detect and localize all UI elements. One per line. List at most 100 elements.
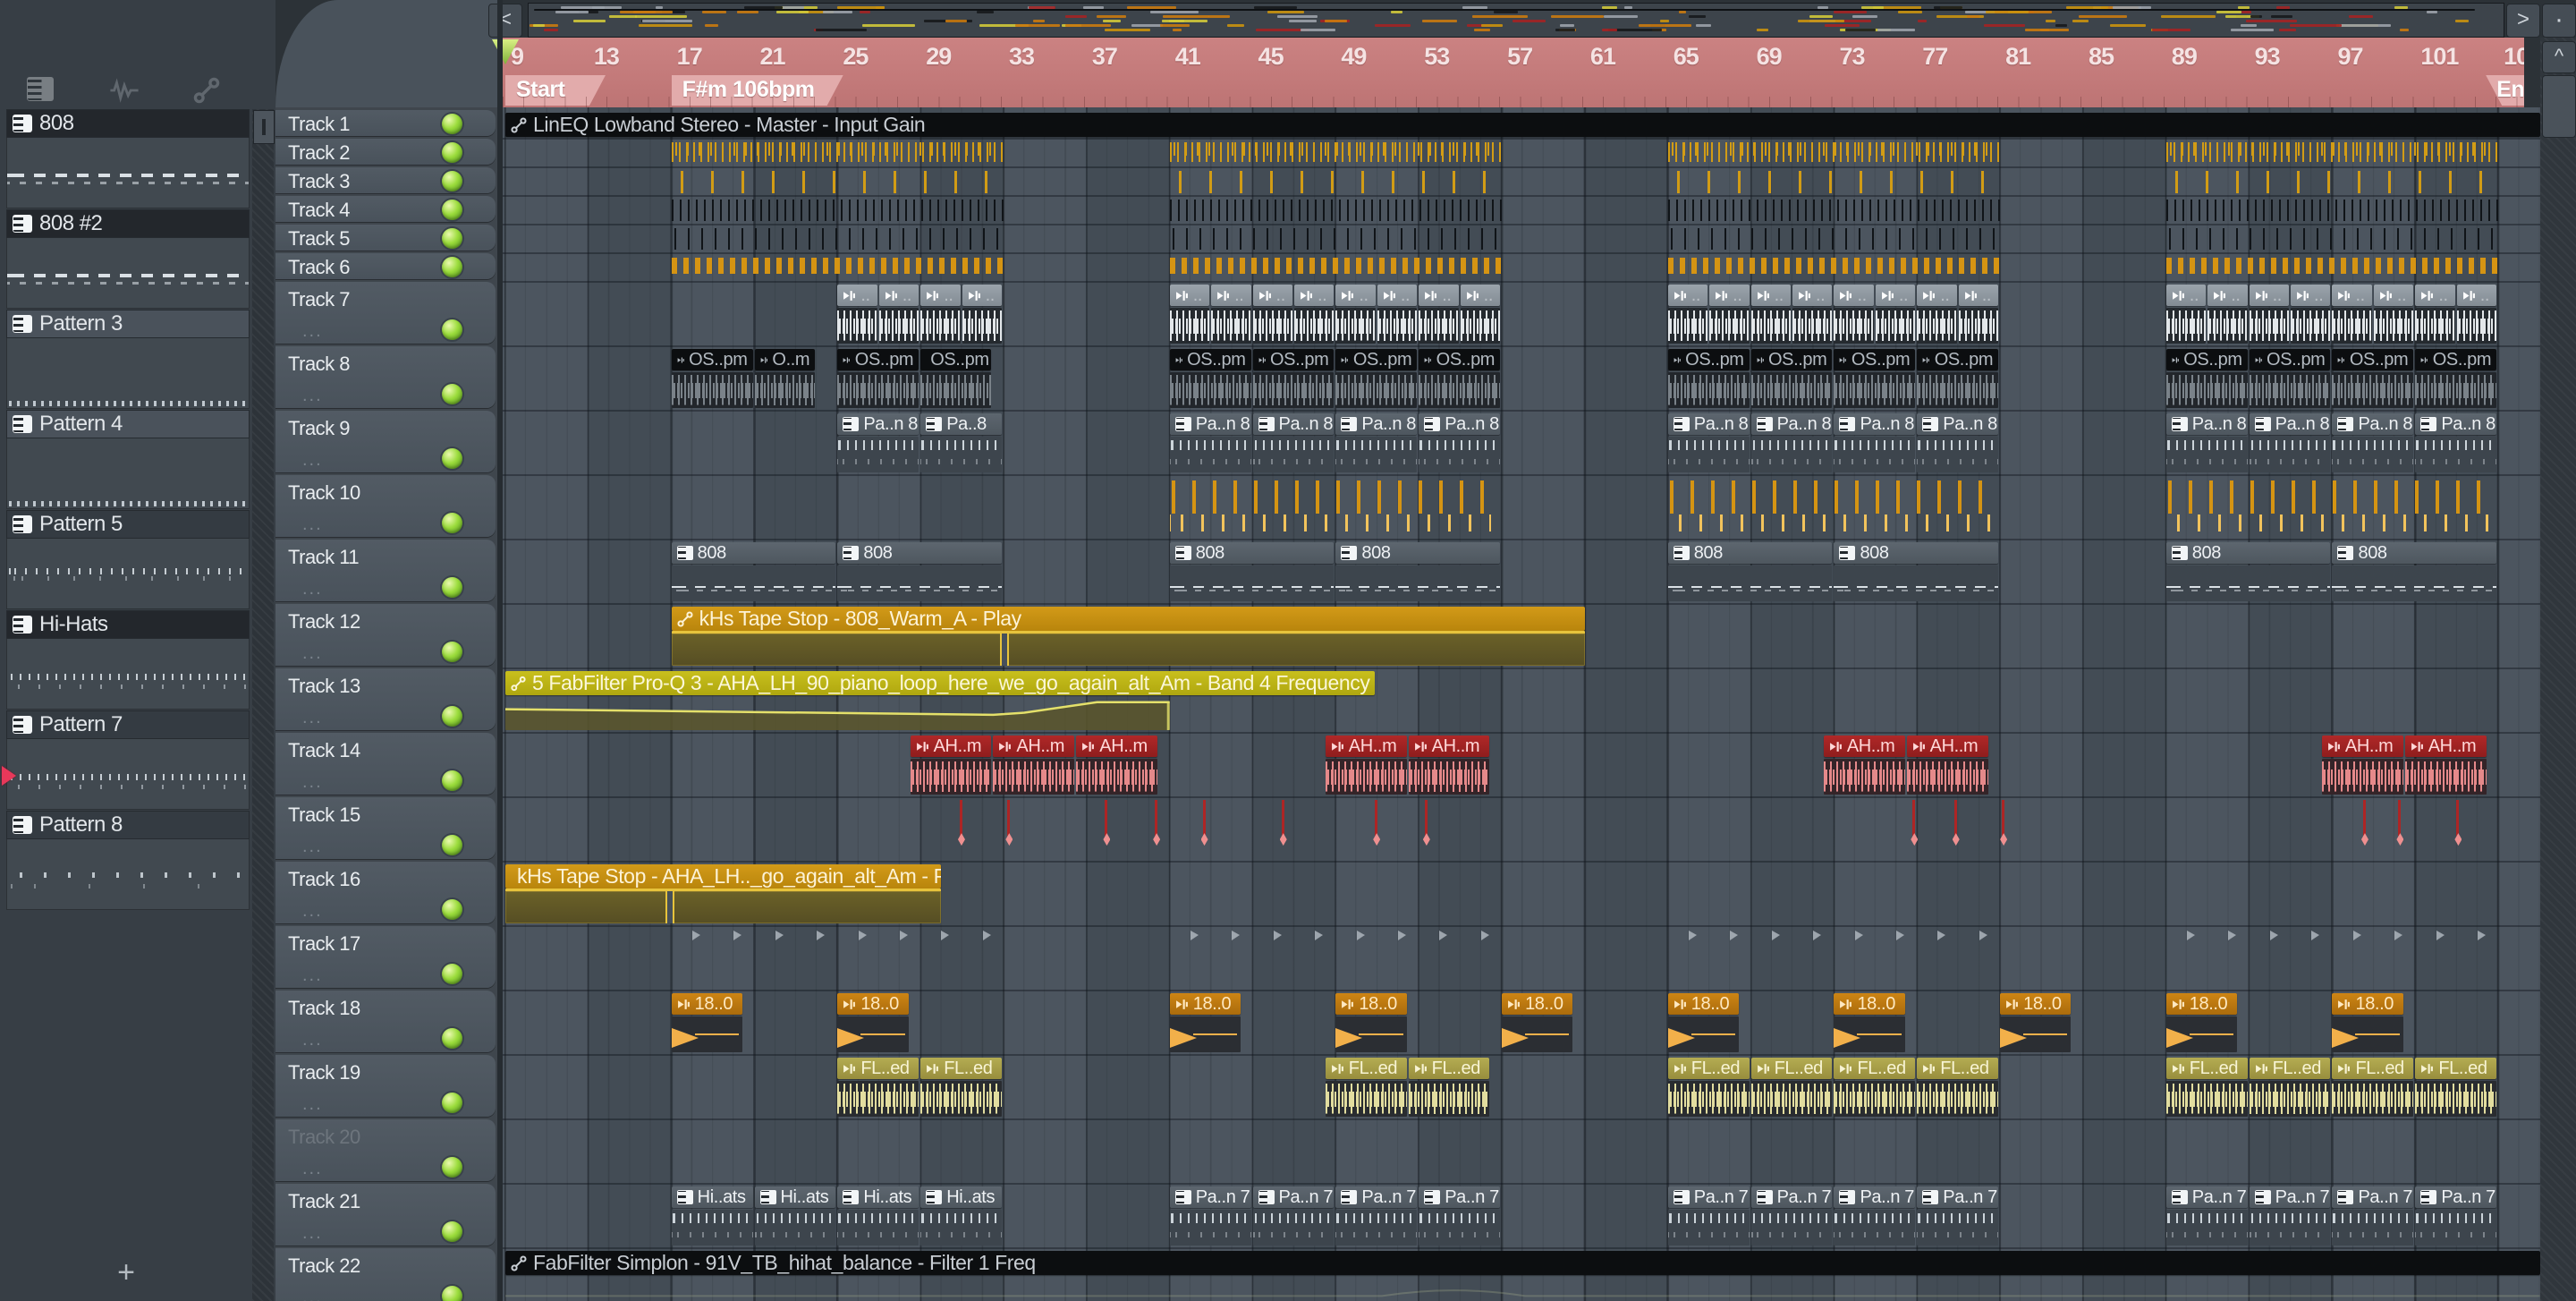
pattern-ticks-clip[interactable] (2165, 480, 2488, 536)
clip-body[interactable] (505, 1276, 2540, 1301)
clip-header[interactable]: Pa..n 7 (2415, 1186, 2497, 1208)
micro-clip-icon[interactable] (1688, 931, 1697, 940)
track-enable-led[interactable] (442, 384, 462, 404)
clip-header[interactable]: AH..m (1823, 736, 1905, 757)
clip-header[interactable]: FL..ed (1917, 1058, 1999, 1079)
micro-clip-icon[interactable] (858, 931, 867, 940)
track-enable-led[interactable] (442, 706, 462, 727)
grid-track-lane[interactable] (503, 1118, 2540, 1185)
pattern-item-header[interactable]: Pattern 7 (6, 710, 250, 739)
audio-sliver-clip[interactable] (1911, 800, 1918, 857)
micro-clip-icon[interactable] (1356, 931, 1365, 940)
clip-header[interactable]: OS..pm (1252, 349, 1335, 370)
clip-header[interactable]: 808 (1169, 542, 1335, 564)
clip-header[interactable]: AH..m (1325, 736, 1407, 757)
pattern-preview[interactable] (6, 639, 250, 710)
clip-header[interactable]: 18..0 (837, 993, 909, 1015)
audio-sliver-clip[interactable] (2361, 800, 2368, 857)
add-pattern-button[interactable]: + (0, 1255, 252, 1290)
clip-header[interactable]: Pa..n 7 (2249, 1186, 2331, 1208)
track-row-header[interactable]: Track 5 (275, 225, 496, 251)
clip-header[interactable]: Pa..8 (920, 413, 1003, 435)
micro-clip-icon[interactable] (899, 931, 908, 940)
clip-header[interactable]: .. (2373, 285, 2414, 306)
playlist-grid[interactable]: LinEQ Lowband Stereo - Master - Input Ga… (503, 107, 2540, 1301)
track-options-dots[interactable]: ... (302, 772, 323, 793)
clip-header[interactable]: 18..0 (1502, 993, 1573, 1015)
track-row-header[interactable]: Track 14... (275, 733, 496, 795)
track-enable-led[interactable] (442, 257, 462, 277)
micro-clip-icon[interactable] (733, 931, 742, 940)
clip-header[interactable]: 18..0 (1169, 993, 1241, 1015)
clip-header[interactable]: 18..0 (671, 993, 742, 1015)
pattern-item-header[interactable]: Pattern 3 (6, 310, 250, 338)
pattern-ticks-clip[interactable] (2165, 228, 2499, 251)
track-row-header[interactable]: Track 13... (275, 668, 496, 730)
micro-clip-icon[interactable] (1854, 931, 1863, 940)
track-enable-led[interactable] (442, 1157, 462, 1178)
audio-sliver-clip[interactable] (1953, 800, 1960, 857)
micro-clip-icon[interactable] (1813, 931, 1822, 940)
clip-header[interactable]: AH..m (1906, 736, 1988, 757)
clip-header[interactable]: FL..ed (2249, 1058, 2331, 1079)
clip-header[interactable]: 18..0 (2165, 993, 2238, 1015)
pattern-item[interactable]: Pattern 4 (6, 410, 250, 509)
overview-options-button[interactable]: · (2542, 4, 2576, 38)
pattern-preview[interactable] (6, 138, 250, 208)
track-options-dots[interactable]: ... (302, 514, 323, 535)
clip-header[interactable]: .. (2249, 285, 2290, 306)
clip-header[interactable]: FL..ed (2165, 1058, 2248, 1079)
track-row-header[interactable]: Track 2 (275, 139, 496, 165)
pattern-preview[interactable] (6, 839, 250, 910)
audio-sliver-clip[interactable] (1423, 800, 1430, 857)
clip-header[interactable]: 808 (1667, 542, 1833, 564)
automation-clip-header[interactable]: FabFilter Simplon - 91V_TB_hihat_balance… (505, 1251, 2540, 1275)
track-enable-led[interactable] (442, 899, 462, 920)
timeline-marker[interactable]: Start (505, 75, 606, 106)
pattern-ticks-clip[interactable] (1667, 480, 1990, 536)
track-options-dots[interactable]: ... (302, 901, 323, 922)
clip-header[interactable]: Pa..n 7 (1750, 1186, 1833, 1208)
track-row-header[interactable]: Track 22... (275, 1248, 496, 1301)
clip-header[interactable]: .. (1377, 285, 1418, 306)
automation-clip-body[interactable] (505, 695, 1170, 730)
track-row-header[interactable]: Track 19... (275, 1055, 496, 1117)
clip-header[interactable]: Hi..ats (837, 1186, 919, 1208)
clip-header[interactable]: Pa..n 7 (1419, 1186, 1501, 1208)
micro-clip-icon[interactable] (1480, 931, 1489, 940)
clip-header[interactable]: Pa..n 8 (1419, 413, 1501, 435)
pattern-ticks-clip[interactable] (2165, 200, 2499, 222)
clip-header[interactable]: Hi..ats (920, 1186, 1003, 1208)
track-row-header[interactable]: Track 9... (275, 411, 496, 472)
pattern-ticks-clip[interactable] (1169, 171, 1503, 193)
pattern-item[interactable]: Pattern 8 (6, 811, 250, 910)
pattern-list-scrollbar[interactable] (252, 109, 275, 1301)
clip-header[interactable]: Pa..n 8 (1917, 413, 1999, 435)
track-options-dots[interactable]: ... (302, 450, 323, 471)
clip-header[interactable]: 808 (671, 542, 836, 564)
micro-clip-icon[interactable] (1771, 931, 1780, 940)
clip-header[interactable]: FL..ed (1325, 1058, 1407, 1079)
clip-header[interactable]: .. (1875, 285, 1916, 306)
clip-header[interactable]: AH..m (993, 736, 1075, 757)
pattern-preview[interactable] (6, 338, 250, 409)
track-row-header[interactable]: Track 3 (275, 167, 496, 193)
track-row-header[interactable]: Track 12... (275, 604, 496, 666)
clip-header[interactable]: FL..ed (1408, 1058, 1490, 1079)
track-options-dots[interactable]: ... (302, 321, 323, 342)
clip-header[interactable]: Pa..n 8 (1667, 413, 1750, 435)
clip-header[interactable]: 18..0 (1834, 993, 1905, 1015)
clip-header[interactable]: .. (1293, 285, 1335, 306)
track-row-header[interactable]: Track 18... (275, 991, 496, 1052)
track-row-header[interactable]: Track 1 (275, 110, 496, 136)
scroll-up-button[interactable]: ^ (2542, 41, 2576, 73)
track-row-header[interactable]: Track 20... (275, 1119, 496, 1181)
audio-sliver-clip[interactable] (2454, 800, 2462, 857)
micro-clip-icon[interactable] (2228, 931, 2237, 940)
audio-sliver-clip[interactable] (1201, 800, 1208, 857)
clip-header[interactable]: .. (878, 285, 919, 306)
clip-header[interactable]: Pa..n 8 (1335, 413, 1418, 435)
track-enable-led[interactable] (442, 1286, 462, 1301)
clip-header[interactable]: AH..m (1408, 736, 1490, 757)
clip-header[interactable]: 808 (2165, 542, 2331, 564)
